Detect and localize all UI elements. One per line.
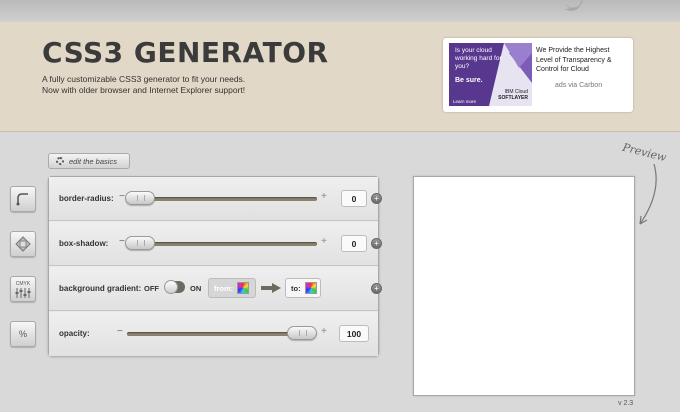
ad-image-question: Is your cloud working hard for you? bbox=[455, 47, 502, 70]
ad-learn-more[interactable]: Learn more bbox=[453, 99, 476, 104]
gradient-to-button[interactable]: to: bbox=[285, 278, 321, 298]
opacity-minus[interactable]: − bbox=[117, 326, 123, 337]
ad-via-carbon[interactable]: ads via Carbon bbox=[555, 82, 602, 89]
sliders-icon bbox=[15, 287, 31, 298]
box-shadow-slider-track[interactable] bbox=[127, 242, 317, 246]
tagline: A fully customizable CSS3 generator to f… bbox=[42, 74, 302, 96]
ad-brand-softlayer: SOFTLAYER bbox=[498, 95, 528, 101]
border-radius-expand-button[interactable]: + bbox=[371, 193, 382, 204]
gradient-to-label: to: bbox=[291, 283, 301, 293]
twitter-bird-icon[interactable] bbox=[564, 0, 584, 12]
gradient-off-label[interactable]: OFF bbox=[144, 284, 159, 293]
percent-icon: % bbox=[18, 329, 27, 339]
box-shadow-row: box-shadow: − + 0 + bbox=[49, 222, 382, 266]
carbon-ad[interactable]: Is your cloud working hard for you? Be s… bbox=[443, 38, 633, 112]
box-shadow-value[interactable]: 0 bbox=[341, 235, 367, 252]
box-shadow-plus[interactable]: + bbox=[321, 236, 327, 247]
color-picker-icon bbox=[304, 282, 317, 294]
preview-box bbox=[413, 176, 635, 396]
box-shadow-label: box-shadow: bbox=[59, 239, 109, 248]
gradient-on-label[interactable]: ON bbox=[190, 284, 201, 293]
tagline-line-2: Now with older browser and Internet Expl… bbox=[42, 85, 246, 95]
gradient-tool-button[interactable]: CMYK bbox=[10, 276, 36, 302]
gradient-expand-button[interactable]: + bbox=[371, 283, 382, 294]
ad-image-brand: IBM Cloud SOFTLAYER bbox=[495, 89, 528, 101]
top-strip bbox=[0, 0, 680, 22]
version-label: v 2.3 bbox=[618, 400, 634, 407]
border-radius-value[interactable]: 0 bbox=[341, 190, 367, 207]
rounded-corner-icon bbox=[16, 193, 28, 206]
tagline-line-1: A fully customizable CSS3 generator to f… bbox=[42, 74, 246, 84]
border-radius-tool-button[interactable] bbox=[10, 186, 36, 212]
border-radius-label: border-radius: bbox=[59, 194, 114, 203]
box-shadow-slider-thumb[interactable] bbox=[125, 236, 155, 250]
edit-basics-label: edit the basics bbox=[69, 156, 117, 166]
gradient-from-label: from: bbox=[214, 283, 234, 293]
box-shadow-tool-button[interactable] bbox=[10, 231, 36, 257]
gear-icon bbox=[56, 157, 64, 165]
edit-basics-button[interactable]: edit the basics bbox=[48, 153, 130, 169]
opacity-row: opacity: − + 100 bbox=[49, 312, 378, 356]
opacity-slider-thumb[interactable] bbox=[287, 326, 317, 340]
border-radius-slider-track[interactable] bbox=[127, 197, 317, 201]
opacity-plus[interactable]: + bbox=[321, 326, 327, 337]
gradient-row: background gradient: OFF ON from: to: + bbox=[49, 267, 382, 311]
cmyk-icon: CMYK bbox=[15, 280, 31, 287]
box-shadow-minus[interactable]: − bbox=[119, 236, 125, 247]
border-radius-plus[interactable]: + bbox=[321, 191, 327, 202]
gradient-toggle[interactable] bbox=[164, 280, 185, 294]
color-picker-icon bbox=[237, 282, 250, 294]
curved-arrow-icon bbox=[639, 163, 657, 225]
border-radius-minus[interactable]: − bbox=[119, 191, 125, 202]
arrow-right-icon bbox=[261, 283, 281, 293]
shadow-diamond-icon bbox=[15, 236, 31, 252]
border-radius-row: border-radius: − + 0 + bbox=[49, 177, 382, 221]
controls-panel: border-radius: − + 0 + box-shadow: − + 0… bbox=[48, 176, 382, 356]
opacity-tool-button[interactable]: % bbox=[10, 321, 36, 347]
opacity-value[interactable]: 100 bbox=[339, 325, 369, 342]
border-radius-slider-thumb[interactable] bbox=[125, 191, 155, 205]
page-title: CSS3 GENERATOR bbox=[42, 36, 329, 69]
ad-image-sure: Be sure. bbox=[455, 77, 483, 84]
opacity-label: opacity: bbox=[59, 329, 90, 338]
box-shadow-expand-button[interactable]: + bbox=[371, 238, 382, 249]
gradient-from-button[interactable]: from: bbox=[208, 278, 256, 298]
ad-text[interactable]: We Provide the Highest Level of Transpar… bbox=[536, 46, 628, 75]
ad-image[interactable]: Is your cloud working hard for you? Be s… bbox=[449, 43, 532, 106]
page-header: CSS3 GENERATOR A fully customizable CSS3… bbox=[0, 22, 680, 132]
gradient-label: background gradient: bbox=[59, 284, 142, 293]
preview-label: Preview bbox=[621, 140, 668, 165]
